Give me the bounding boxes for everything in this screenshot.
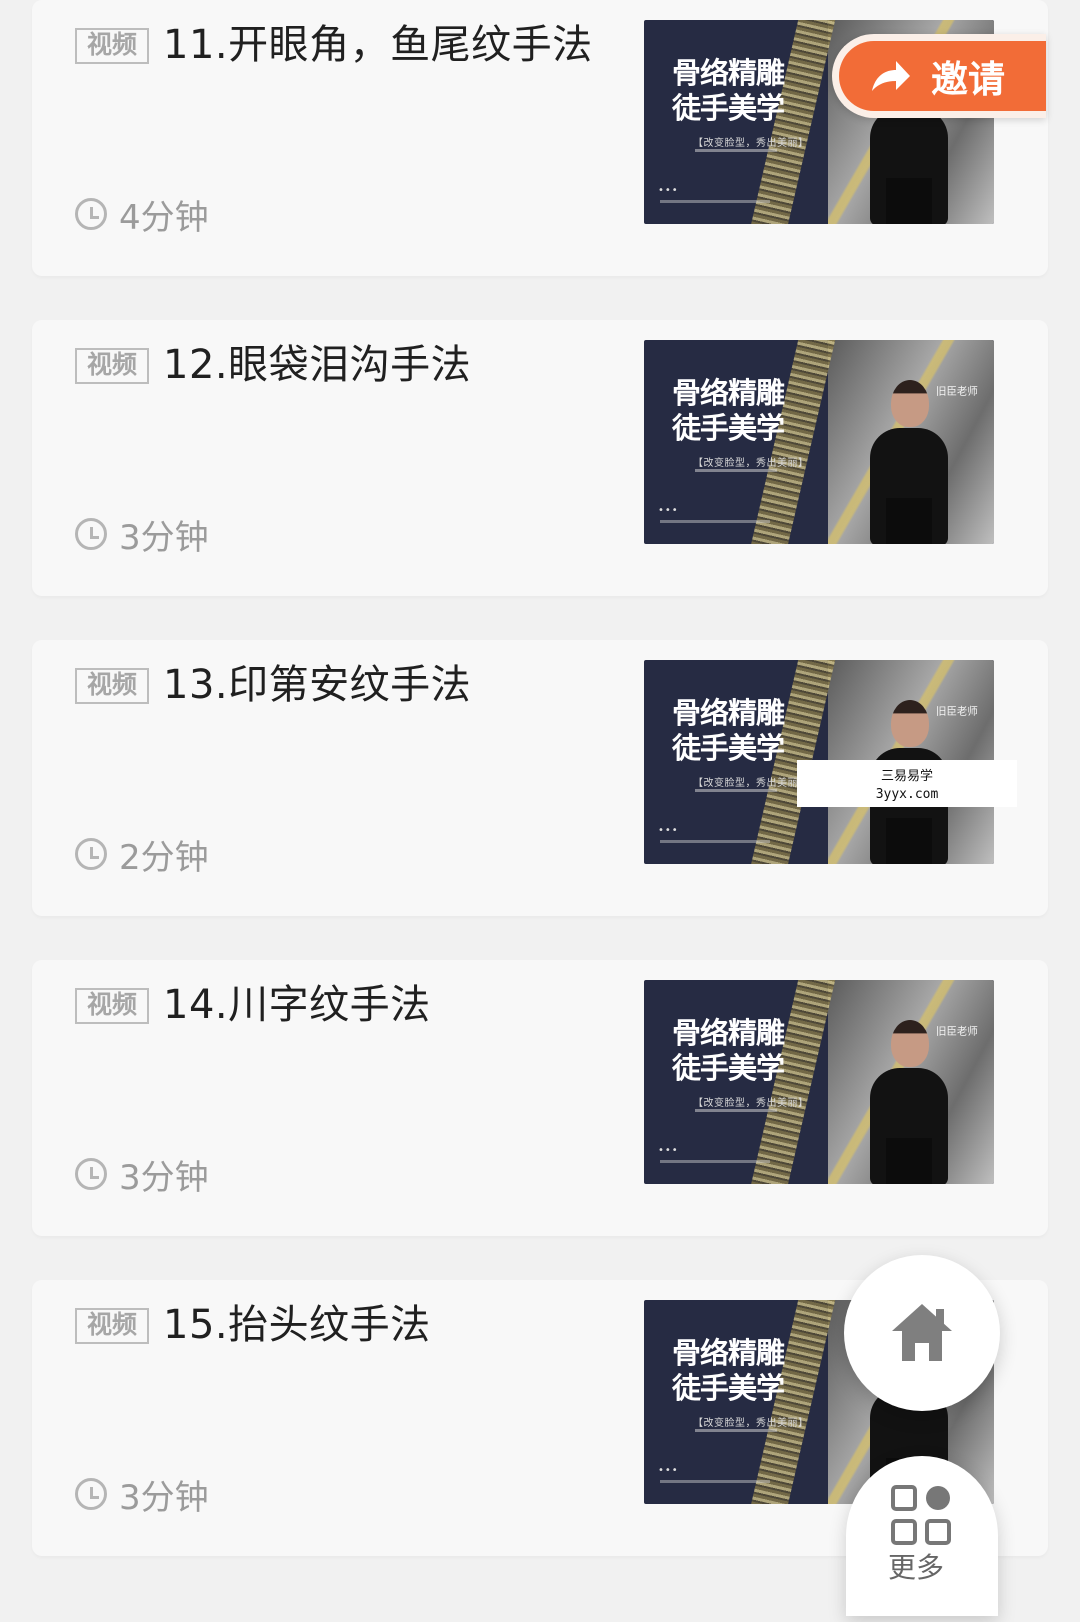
lesson-title[interactable]: 12.眼袋泪沟手法	[75, 338, 615, 393]
lesson-title[interactable]: 14.川字纹手法	[75, 978, 615, 1033]
site-watermark: 三易易学 3yyx.com	[797, 760, 1017, 807]
thumbnail-footer-text	[660, 520, 770, 523]
lesson-title[interactable]: 15.抬头纹手法	[75, 1298, 615, 1353]
thumbnail-footer-text	[660, 1480, 770, 1483]
thumbnail-subtitle: 【改变脸型，秀出美丽】	[693, 458, 809, 469]
teacher-label: 旧臣老师	[936, 384, 978, 398]
thumbnail-dots: •••	[658, 1145, 679, 1156]
invite-button[interactable]: 邀请	[832, 34, 1046, 118]
lesson-thumbnail[interactable]: 骨络精雕徒手美学 【改变脸型，秀出美丽】 ••• 旧臣老师	[644, 340, 994, 544]
thumbnail-fine-print	[695, 1109, 777, 1112]
thumbnail-dots: •••	[658, 825, 679, 836]
thumbnail-fine-print	[695, 789, 777, 792]
thumbnail-footer-text	[660, 840, 770, 843]
thumbnail-title: 骨络精雕徒手美学	[672, 1016, 785, 1085]
video-tag: 视频	[75, 28, 149, 64]
thumbnail-footer-text	[660, 200, 770, 203]
video-tag: 视频	[75, 1308, 149, 1344]
lesson-duration: 4分钟	[75, 192, 209, 238]
clock-icon	[75, 1158, 107, 1190]
teacher-legs	[886, 178, 932, 224]
thumbnail-subtitle: 【改变脸型，秀出美丽】	[693, 138, 809, 149]
thumbnail-subtitle: 【改变脸型，秀出美丽】	[693, 1098, 809, 1109]
teacher-head	[891, 380, 929, 427]
clock-icon	[75, 198, 107, 230]
thumbnail-title: 骨络精雕徒手美学	[672, 1336, 785, 1405]
watermark-url: 3yyx.com	[875, 787, 939, 802]
lesson-card-12[interactable]: 12.眼袋泪沟手法 视频 3分钟 骨络精雕徒手美学 【改变脸型，秀出美丽】 ••…	[32, 320, 1048, 596]
video-tag: 视频	[75, 668, 149, 704]
clock-icon	[75, 838, 107, 870]
teacher-legs	[886, 1138, 932, 1184]
lesson-duration: 3分钟	[75, 1472, 209, 1518]
video-tag: 视频	[75, 348, 149, 384]
share-arrow-icon	[872, 61, 910, 91]
thumbnail-footer-text	[660, 1160, 770, 1163]
lesson-title[interactable]: 11.开眼角，鱼尾纹手法	[75, 18, 615, 73]
home-icon	[892, 1304, 952, 1361]
duration-label: 3分钟	[119, 1477, 209, 1518]
thumbnail-dots: •••	[658, 185, 679, 196]
lesson-duration: 2分钟	[75, 832, 209, 878]
thumbnail-dots: •••	[658, 505, 679, 516]
teacher-head	[891, 1020, 929, 1067]
teacher-label: 旧臣老师	[936, 704, 978, 718]
teacher-head	[891, 700, 929, 747]
grid-more-icon	[891, 1485, 951, 1545]
watermark-name: 三易易学	[880, 769, 933, 784]
lesson-card-14[interactable]: 14.川字纹手法 视频 3分钟 骨络精雕徒手美学 【改变脸型，秀出美丽】 •••…	[32, 960, 1048, 1236]
thumbnail-fine-print	[695, 149, 777, 152]
home-button[interactable]	[844, 1255, 1000, 1411]
thumbnail-title: 骨络精雕徒手美学	[672, 376, 785, 445]
lesson-thumbnail[interactable]: 骨络精雕徒手美学 【改变脸型，秀出美丽】 ••• 旧臣老师	[644, 980, 994, 1184]
clock-icon	[75, 1478, 107, 1510]
lesson-duration: 3分钟	[75, 1152, 209, 1198]
thumbnail-title: 骨络精雕徒手美学	[672, 696, 785, 765]
duration-label: 3分钟	[119, 517, 209, 558]
teacher-legs	[886, 818, 932, 864]
more-button[interactable]: 更多	[846, 1456, 998, 1616]
duration-label: 2分钟	[119, 837, 209, 878]
thumbnail-subtitle: 【改变脸型，秀出美丽】	[693, 778, 809, 789]
clock-icon	[75, 518, 107, 550]
thumbnail-fine-print	[695, 1429, 777, 1432]
invite-label: 邀请	[931, 58, 1005, 101]
teacher-image	[861, 1020, 957, 1184]
duration-label: 4分钟	[119, 197, 209, 238]
thumbnail-title: 骨络精雕徒手美学	[672, 56, 785, 125]
duration-label: 3分钟	[119, 1157, 209, 1198]
teacher-legs	[886, 498, 932, 544]
teacher-image	[861, 380, 957, 544]
video-tag: 视频	[75, 988, 149, 1024]
lesson-duration: 3分钟	[75, 512, 209, 558]
lesson-title[interactable]: 13.印第安纹手法	[75, 658, 615, 713]
thumbnail-dots: •••	[658, 1465, 679, 1476]
more-label: 更多	[888, 1551, 945, 1584]
thumbnail-subtitle: 【改变脸型，秀出美丽】	[693, 1418, 809, 1429]
teacher-label: 旧臣老师	[936, 1024, 978, 1038]
thumbnail-fine-print	[695, 469, 777, 472]
